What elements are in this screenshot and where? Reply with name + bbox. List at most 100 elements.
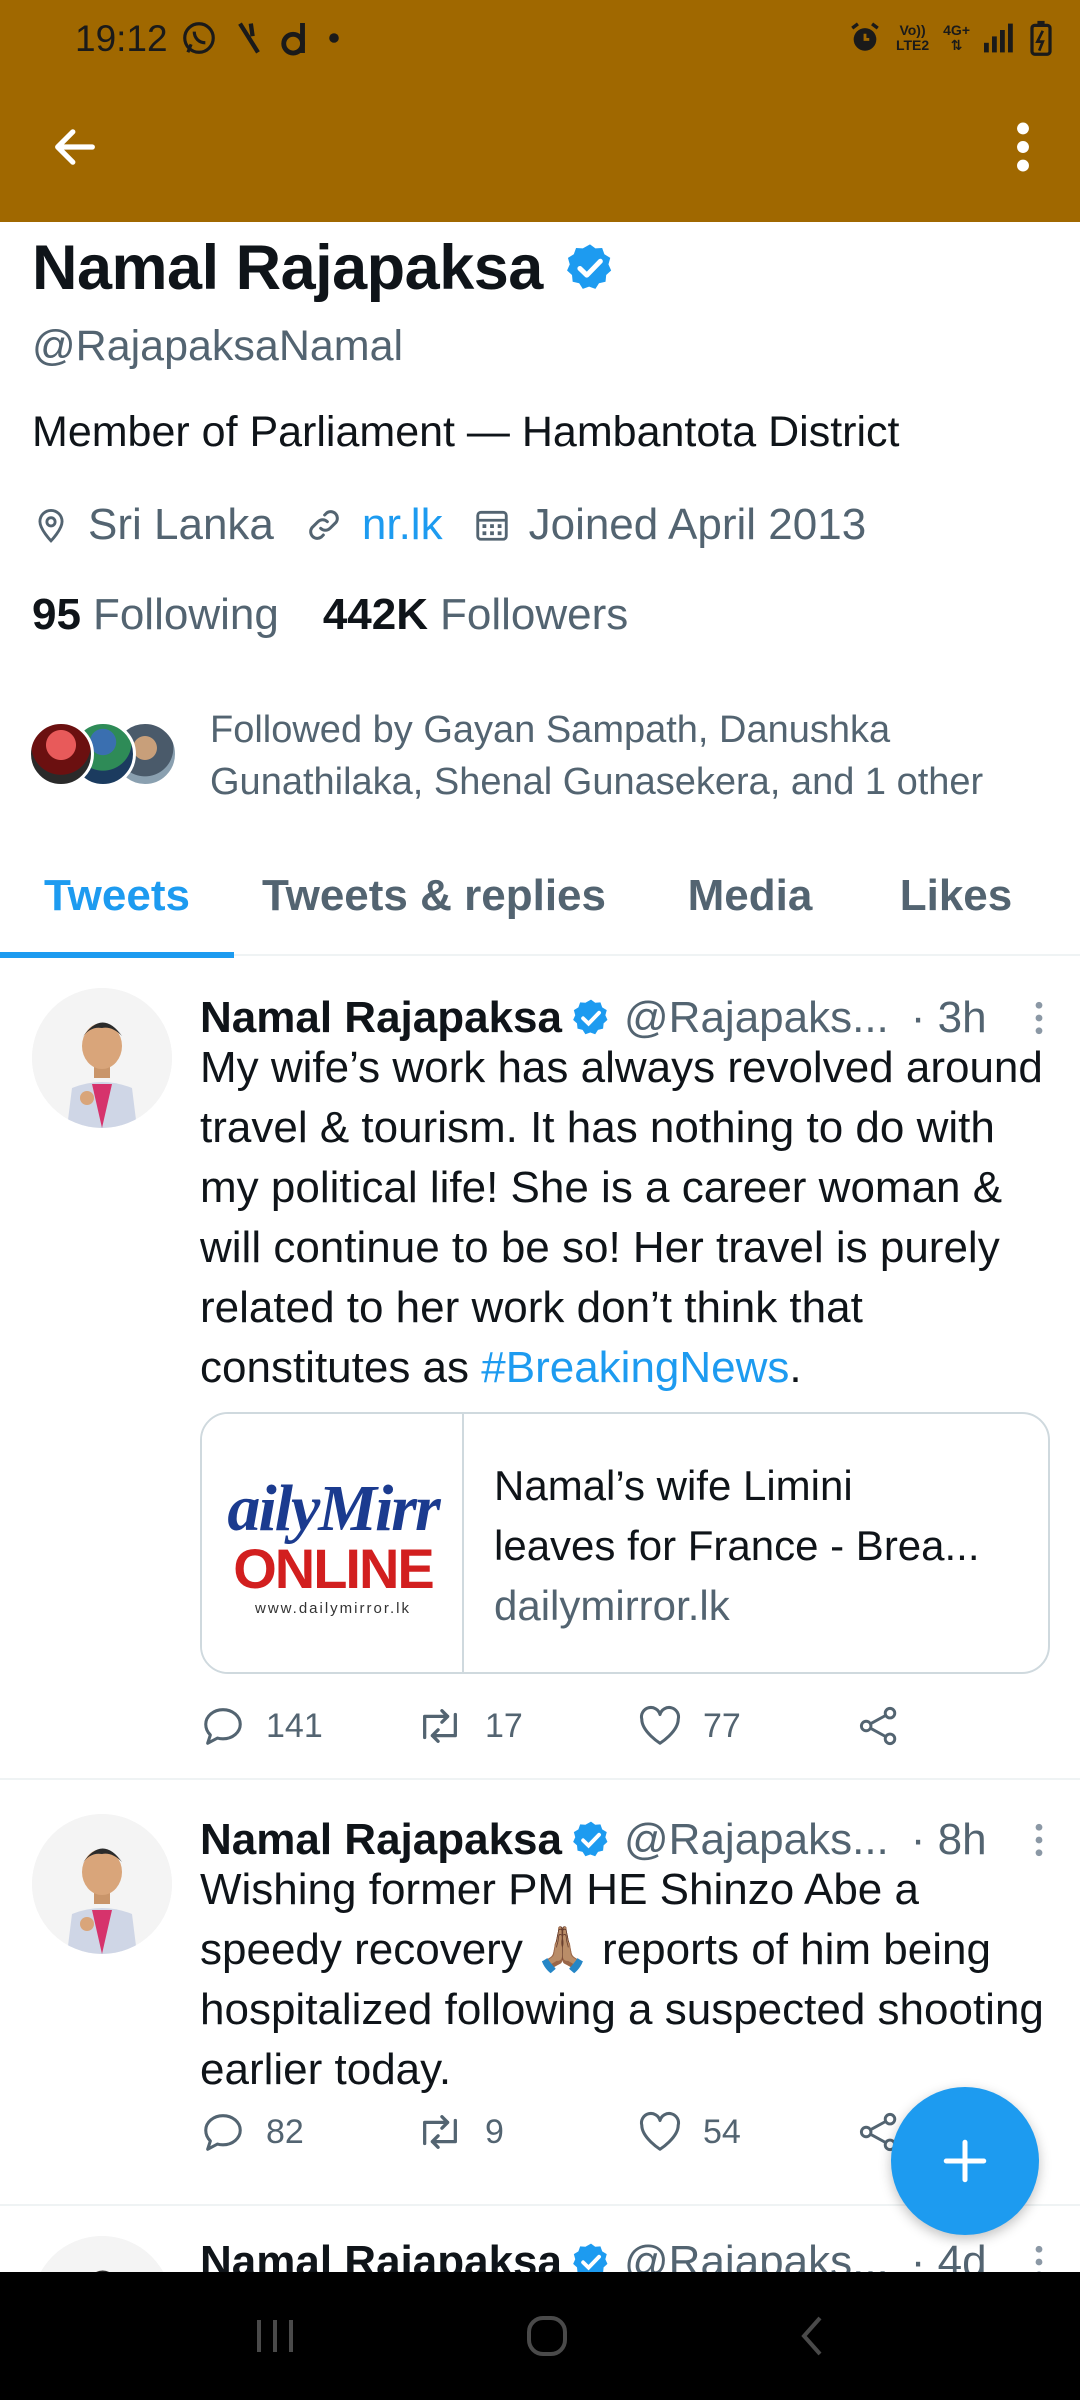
app-bar: 19:12 Vo)) LTE2 4G+ ⇅ <box>0 0 1080 222</box>
tab-tweets[interactable]: Tweets <box>0 836 234 958</box>
whatsapp-icon <box>183 22 215 54</box>
share-icon <box>859 1706 897 1746</box>
profile-name-row: Namal Rajapaksa <box>32 232 617 304</box>
alarm-icon <box>851 22 879 51</box>
followed-by-avatars <box>28 721 178 791</box>
reply-icon <box>204 1708 242 1745</box>
link-card-domain: dailymirror.lk <box>494 1582 730 1629</box>
like-button[interactable]: 77 <box>637 1704 857 1748</box>
tweet-time: · 4d <box>910 2237 987 2272</box>
link-card[interactable]: ailyMirr ONLINE www.dailymirror.lk Namal… <box>200 1412 1050 1674</box>
followed-by-row[interactable]: Followed by Gayan Sampath, Danushka Guna… <box>28 704 1052 808</box>
follow-stats: 95 Following 442K Followers <box>32 590 672 640</box>
link-card-title: Namal’s wife Limini <box>494 1462 853 1509</box>
tab-tweets-and-replies[interactable]: Tweets & replies <box>234 836 634 956</box>
status-system-icons: Vo)) LTE2 4G+ ⇅ <box>848 14 1052 62</box>
profile-website[interactable]: nr.lk <box>304 500 443 550</box>
volte-indicator: Vo)) LTE2 <box>895 22 930 53</box>
followed-by-text: Followed by Gayan Sampath, Danushka Guna… <box>210 709 984 803</box>
avatar-illustration <box>32 988 172 1128</box>
more-vertical-icon <box>1035 1823 1043 1857</box>
status-notification-icons <box>180 14 340 62</box>
app-notification-icon <box>238 22 260 54</box>
avatar[interactable] <box>32 2236 172 2272</box>
retweet-button[interactable]: 17 <box>415 1703 637 1749</box>
arrow-left-icon <box>55 129 95 165</box>
link-card-title: leaves for France - Brea... <box>494 1522 980 1569</box>
tweet-text: Wishing former PM HE Shinzo Abe a speedy… <box>200 1865 1044 2094</box>
followers-count[interactable]: 442K <box>323 590 428 640</box>
status-time: 19:12 <box>75 18 168 59</box>
more-vertical-icon <box>1017 122 1029 172</box>
profile-handle: @RajapaksaNamal <box>32 322 404 370</box>
signal-icon <box>984 23 1013 53</box>
retweet-icon <box>423 2115 457 2149</box>
link-icon <box>309 510 339 540</box>
like-button[interactable]: 54 <box>637 2110 857 2154</box>
battery-icon <box>1030 20 1052 56</box>
system-navigation-bar <box>0 2272 1080 2400</box>
dailymirror-logo: ailyMirr ONLINE www.dailymirror.lk <box>227 1472 440 1618</box>
following-count[interactable]: 95 <box>32 590 81 640</box>
avatar-illustration <box>32 2236 172 2272</box>
back-button[interactable] <box>40 112 110 182</box>
tweet-author-handle[interactable]: @Rajapaks... <box>624 2237 889 2272</box>
compose-tweet-button[interactable] <box>891 2087 1039 2235</box>
tweet-header: Namal Rajapaksa @Rajapaks... · 4d <box>200 2232 1060 2272</box>
avatar[interactable] <box>32 1814 172 1954</box>
profile-name: Namal Rajapaksa <box>32 233 543 303</box>
link-card-thumbnail: ailyMirr ONLINE www.dailymirror.lk <box>202 1414 464 1672</box>
tweet-more-button[interactable] <box>1024 2237 1054 2272</box>
back-nav-icon[interactable] <box>797 2314 827 2358</box>
plus-icon <box>943 2139 987 2183</box>
profile-bio: Member of Parliament — Hambantota Distri… <box>32 408 900 456</box>
tweet-more-button[interactable] <box>1024 1815 1054 1865</box>
tweet-author-name[interactable]: Namal Rajapaksa <box>200 1815 562 1865</box>
heart-icon <box>639 2111 681 2151</box>
avatar[interactable] <box>32 988 172 1128</box>
avatar-illustration <box>32 1814 172 1954</box>
tweet-author-name[interactable]: Namal Rajapaksa <box>200 2237 562 2272</box>
network-type-indicator: 4G+ ⇅ <box>943 22 970 53</box>
tweet-author-handle[interactable]: @Rajapaks... <box>624 1815 889 1865</box>
location-pin-icon <box>38 509 64 543</box>
reply-button[interactable]: 141 <box>200 1703 415 1749</box>
retweet-button[interactable]: 9 <box>415 2109 637 2155</box>
avatar <box>28 721 94 787</box>
home-icon[interactable] <box>523 2312 571 2360</box>
verified-badge-icon <box>566 244 611 289</box>
followers-label[interactable]: Followers <box>440 590 628 640</box>
tab-media[interactable]: Media <box>634 836 866 956</box>
verified-badge-icon <box>573 2243 608 2272</box>
calendar-icon <box>475 510 508 541</box>
share-button[interactable] <box>857 1704 921 1748</box>
tweet-time: · 8h <box>910 1815 987 1864</box>
following-label[interactable]: Following <box>93 590 279 640</box>
dot-icon <box>329 33 339 43</box>
heart-icon <box>639 1705 681 1745</box>
recent-apps-icon[interactable] <box>253 2316 297 2356</box>
tweet-author-handle[interactable]: @Rajapaks... <box>624 993 889 1043</box>
verified-badge-icon <box>573 999 608 1035</box>
d-notification-icon <box>281 23 305 56</box>
tweet-time: · 3h <box>910 993 987 1042</box>
reply-button[interactable]: 82 <box>200 2109 415 2155</box>
link-card-text: Namal’s wife Limini leaves for France - … <box>464 1414 1010 1672</box>
tweet-text: My wife’s work has always revolved aroun… <box>200 1043 1043 1392</box>
tab-likes[interactable]: Likes <box>866 836 1046 956</box>
reply-icon <box>204 2114 242 2151</box>
hashtag-link[interactable]: #BreakingNews <box>481 1343 789 1392</box>
retweet-icon <box>423 1709 457 1743</box>
more-options-button[interactable] <box>988 112 1058 182</box>
profile-tabs: Tweets Tweets & replies Media Likes <box>0 836 1080 958</box>
tweet[interactable]: Namal Rajapaksa @Rajapaks... · 3h My wif… <box>0 958 1080 1780</box>
tweet-author-name[interactable]: Namal Rajapaksa <box>200 993 562 1043</box>
profile-meta: Sri Lanka nr.lk Joined April 2013 <box>32 500 896 550</box>
verified-badge-icon <box>573 1821 608 1857</box>
more-vertical-icon <box>1035 1001 1043 1035</box>
tweet-actions: 141 17 77 <box>200 1696 1060 1756</box>
profile-joined: Joined April 2013 <box>473 500 866 550</box>
more-vertical-icon <box>1035 2245 1043 2272</box>
profile-location: Sri Lanka <box>32 500 274 550</box>
tweet-more-button[interactable] <box>1024 993 1054 1043</box>
